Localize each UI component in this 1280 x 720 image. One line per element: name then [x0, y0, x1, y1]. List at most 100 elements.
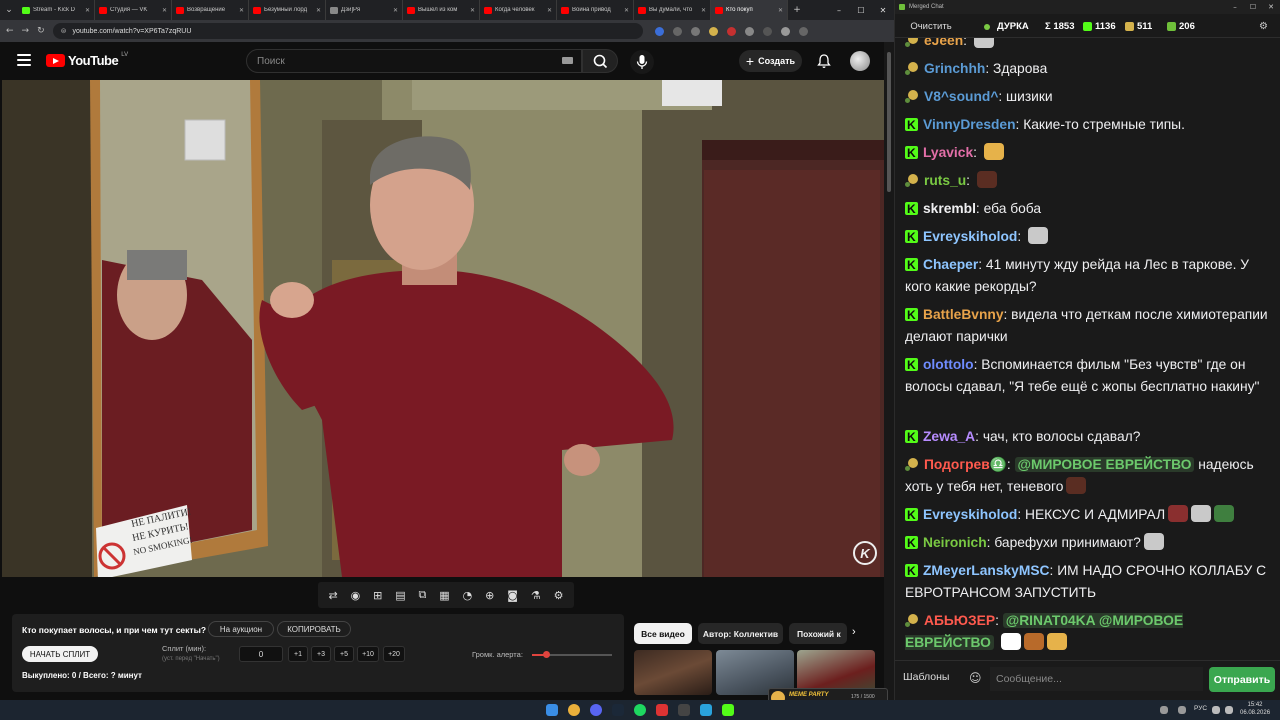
step-plus-3-button[interactable]: +3 — [311, 646, 331, 662]
browser-tab[interactable]: Дзи]Ря ✕ — [326, 0, 403, 20]
tray-chevron-icon[interactable] — [1160, 706, 1168, 714]
chat-username[interactable]: Подогрев♎ — [924, 457, 1007, 472]
tab-search-icon[interactable]: ⌄ — [0, 0, 18, 20]
step-plus-1-button[interactable]: +1 — [288, 646, 308, 662]
new-tab-button[interactable]: + — [788, 0, 806, 20]
chrome-icon[interactable] — [568, 704, 580, 716]
split-minutes-input[interactable] — [239, 646, 283, 662]
extension-icon[interactable] — [690, 26, 700, 36]
chat-username[interactable]: ZMeyerLanskyMSC — [923, 563, 1050, 578]
recommended-video-thumbnail[interactable] — [634, 650, 712, 695]
step-plus-5-button[interactable]: +5 — [334, 646, 354, 662]
download-icon[interactable] — [762, 26, 772, 36]
merged-chat-app-icon[interactable] — [722, 704, 734, 716]
chat-username[interactable]: АБЬЮЗЕР — [924, 613, 995, 628]
chip-author[interactable]: Автор: Коллектив — [698, 623, 783, 644]
close-tab-icon[interactable]: ✕ — [316, 7, 321, 14]
minimize-icon[interactable]: – — [828, 6, 850, 15]
bookmark-icon[interactable] — [672, 26, 682, 36]
tray-app-icon[interactable] — [1178, 706, 1186, 714]
network-icon[interactable] — [1212, 706, 1220, 714]
extensions-puzzle-icon[interactable] — [744, 26, 754, 36]
flask-icon[interactable]: ⚗ — [531, 589, 541, 602]
close-tab-icon[interactable]: ✕ — [85, 7, 90, 14]
speed-icon[interactable]: ◔ — [463, 589, 473, 602]
search-input[interactable] — [257, 55, 537, 67]
browser-tab[interactable]: Безумный лорд ✕ — [249, 0, 326, 20]
chat-username[interactable]: V8^sound^ — [924, 89, 998, 104]
keyboard-icon[interactable] — [562, 57, 573, 64]
profile-icon[interactable] — [780, 26, 790, 36]
avatar[interactable] — [850, 51, 870, 71]
auction-button[interactable]: На аукцион — [208, 621, 274, 637]
close-tab-icon[interactable]: ✕ — [547, 7, 552, 14]
gear-icon[interactable]: ⚙ — [554, 589, 564, 602]
chat-username[interactable]: ruts_u — [924, 173, 966, 188]
reload-icon[interactable]: ↻ — [37, 26, 45, 36]
chat-username[interactable]: Neironich — [923, 535, 987, 550]
search-button[interactable] — [582, 49, 618, 73]
chat-username[interactable]: Chaeper — [923, 257, 978, 272]
chevron-right-icon[interactable]: › — [852, 626, 856, 638]
steam-icon[interactable] — [612, 704, 624, 716]
settings-gear-icon[interactable]: ⚙ — [1259, 21, 1268, 32]
resize-icon[interactable]: ⧉ — [419, 588, 427, 602]
chat-mention[interactable]: @МИРОВОЕ ЕВРЕЙСТВО — [1014, 457, 1195, 472]
close-tab-icon[interactable]: ✕ — [624, 7, 629, 14]
maximize-icon[interactable]: ☐ — [1244, 3, 1262, 11]
extension-icon[interactable] — [726, 26, 736, 36]
close-icon[interactable]: ✕ — [872, 6, 894, 15]
system-clock[interactable]: 15:42 06.08.2026 — [1240, 701, 1270, 717]
chat-message-list[interactable]: eJeeh: Grinchhh: Здарова V8^sound^: шизик… — [895, 38, 1280, 660]
browser-tab[interactable]: Война привод ✕ — [557, 0, 634, 20]
app-icon[interactable] — [678, 704, 690, 716]
create-button[interactable]: + Создать — [739, 50, 802, 72]
forward-icon[interactable]: → — [22, 26, 30, 36]
chat-username[interactable]: Evreyskiholod — [923, 229, 1017, 244]
url-field[interactable]: ⊜ youtube.com/watch?v=XP6Ta7zqRUU — [52, 23, 643, 39]
step-plus-10-button[interactable]: +10 — [357, 646, 379, 662]
close-tab-icon[interactable]: ✕ — [701, 7, 706, 14]
translate-ext-icon[interactable] — [654, 26, 664, 36]
add-icon[interactable]: ⊕ — [485, 589, 494, 602]
start-menu-icon[interactable] — [546, 704, 558, 716]
chat-username[interactable]: VinnyDresden — [923, 117, 1016, 132]
clear-chat-button[interactable]: Очистить — [901, 18, 961, 34]
browser-tab[interactable]: Когда человек ✕ — [480, 0, 557, 20]
browser-tab[interactable]: Кто покуп ✕ — [711, 0, 788, 20]
chat-message-input[interactable] — [990, 667, 1203, 691]
chat-username[interactable]: Grinchhh — [924, 61, 985, 76]
close-tab-icon[interactable]: ✕ — [162, 7, 167, 14]
minimize-icon[interactable]: – — [1226, 3, 1244, 11]
close-tab-icon[interactable]: ✕ — [470, 7, 475, 14]
emoji-icon[interactable]: ☺ — [969, 671, 982, 685]
scrollbar-thumb[interactable] — [887, 52, 891, 192]
clapper-icon[interactable]: ▤ — [395, 589, 405, 602]
camera-icon[interactable]: ◙ — [507, 589, 518, 602]
send-button[interactable]: Отправить — [1209, 667, 1275, 692]
telegram-icon[interactable] — [700, 704, 712, 716]
broadcast-icon[interactable]: ◉ — [351, 589, 361, 602]
notifications-bell-icon[interactable] — [816, 53, 832, 69]
step-plus-20-button[interactable]: +20 — [383, 646, 405, 662]
chip-all-videos[interactable]: Все видео — [634, 623, 692, 644]
translate-icon[interactable]: ⊞ — [373, 589, 382, 602]
video-player[interactable]: НЕ ПАЛИТИ! НЕ КУРИТЬ! NO SMOKING! K — [2, 80, 884, 577]
close-tab-icon[interactable]: ✕ — [239, 7, 244, 14]
chat-username[interactable]: Evreyskiholod — [923, 507, 1017, 522]
app-icon[interactable] — [656, 704, 668, 716]
menu-icon[interactable] — [798, 26, 808, 36]
copy-button[interactable]: КОПИРОВАТЬ — [277, 621, 351, 637]
loop-icon[interactable]: ⇄ — [328, 589, 337, 602]
browser-tab[interactable]: Вышел из ком ✕ — [403, 0, 480, 20]
close-icon[interactable]: ✕ — [1262, 3, 1280, 11]
close-tab-icon[interactable]: ✕ — [778, 7, 783, 14]
browser-tab[interactable]: Возвращение ✕ — [172, 0, 249, 20]
volume-icon[interactable] — [1225, 706, 1233, 714]
discord-icon[interactable] — [590, 704, 602, 716]
chip-similar[interactable]: Похожий к — [789, 623, 847, 644]
maximize-icon[interactable]: ☐ — [850, 6, 872, 15]
browser-tab[interactable]: Stream - Kick D ✕ — [18, 0, 95, 20]
extension-icon[interactable] — [708, 26, 718, 36]
templates-button[interactable]: Шаблоны — [903, 671, 949, 683]
